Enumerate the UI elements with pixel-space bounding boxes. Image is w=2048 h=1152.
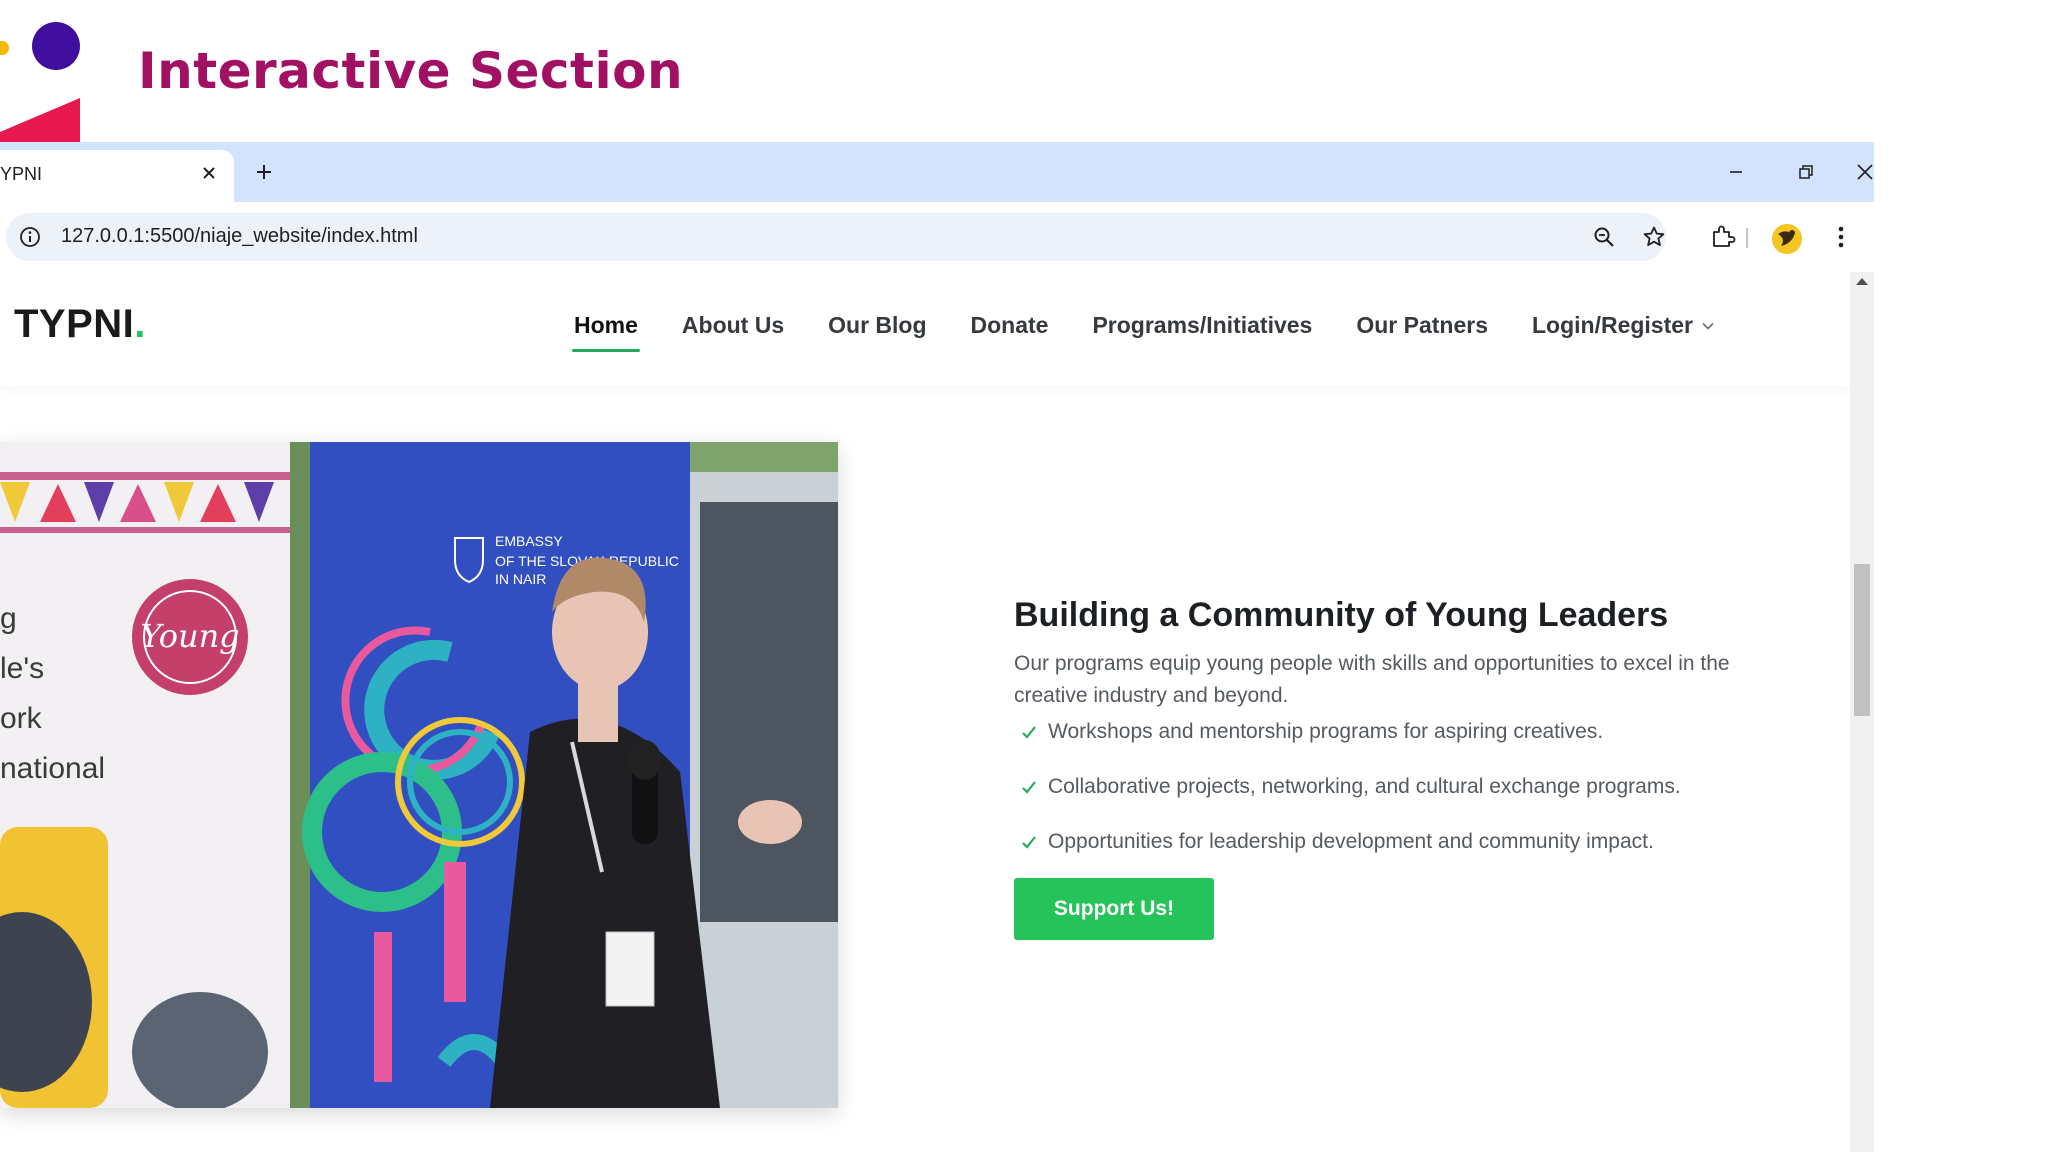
browser-window: YPNI 127.0.0.1:5500/niaje_website/index.…: [0, 142, 1874, 1152]
banner-line-3: IN NAIR: [495, 571, 546, 587]
minimize-icon[interactable]: [1716, 154, 1756, 190]
restore-icon[interactable]: [1786, 154, 1826, 190]
support-us-button[interactable]: Support Us!: [1014, 878, 1214, 940]
new-tab-plus-icon[interactable]: [248, 156, 280, 188]
site-info-icon[interactable]: [18, 225, 42, 249]
site-logo[interactable]: TYPNI.: [14, 302, 146, 347]
poster-word-4: national: [0, 752, 105, 785]
address-bar[interactable]: 127.0.0.1:5500/niaje_website/index.html: [6, 213, 1666, 261]
nav-donate[interactable]: Donate: [971, 312, 1049, 352]
extensions-icon[interactable]: [1708, 222, 1738, 252]
nav-home[interactable]: Home: [572, 312, 640, 352]
vertical-scrollbar[interactable]: [1850, 272, 1874, 1152]
tab-strip: YPNI: [0, 142, 1874, 202]
poster-word-2: le's: [0, 652, 44, 685]
list-item-text: Workshops and mentorship programs for as…: [1048, 719, 1604, 743]
section-heading: Building a Community of Young Leaders: [1014, 596, 1669, 634]
scroll-up-arrow-icon[interactable]: [1856, 278, 1868, 285]
poster-word-1: g: [0, 602, 17, 635]
list-item: Workshops and mentorship programs for as…: [1018, 704, 1681, 759]
list-item: Opportunities for leadership development…: [1018, 814, 1681, 869]
nav-login-register-label: Login/Register: [1531, 312, 1693, 338]
tab-title: YPNI: [0, 164, 43, 184]
site-header: TYPNI. Home About Us Our Blog Donate Pro…: [0, 272, 1850, 386]
decorative-shapes-icon: [0, 22, 80, 142]
list-item: Collaborative projects, networking, and …: [1018, 759, 1681, 814]
menu-kebab-icon[interactable]: [1826, 222, 1856, 252]
check-icon: [1018, 721, 1040, 743]
logo-dot: .: [134, 302, 146, 346]
nav-login-register[interactable]: Login/Register: [1532, 312, 1715, 352]
list-item-text: Opportunities for leadership development…: [1048, 829, 1654, 853]
right-margin: [1874, 142, 2048, 1152]
nav-about-us[interactable]: About Us: [682, 312, 784, 352]
close-window-icon[interactable]: [1856, 154, 1874, 190]
url-text[interactable]: 127.0.0.1:5500/niaje_website/index.html: [61, 225, 418, 248]
profile-avatar[interactable]: [1772, 224, 1802, 254]
bookmark-star-icon[interactable]: [1640, 223, 1668, 251]
slide-title: Interactive Section: [138, 42, 684, 100]
scroll-thumb[interactable]: [1854, 564, 1870, 716]
list-item-text: Collaborative projects, networking, and …: [1048, 774, 1681, 798]
nav-our-blog[interactable]: Our Blog: [828, 312, 926, 352]
nav-programs-initiatives[interactable]: Programs/Initiatives: [1092, 312, 1312, 352]
feature-checklist: Workshops and mentorship programs for as…: [1018, 704, 1681, 869]
slide-header: Interactive Section: [0, 0, 2048, 142]
poster-word-3: ork: [0, 702, 43, 735]
check-icon: [1018, 831, 1040, 853]
browser-tab[interactable]: YPNI: [0, 150, 234, 202]
check-icon: [1018, 776, 1040, 798]
hero-photo: g le's ork national Young EMBASSY OF THE…: [0, 442, 838, 1108]
main-nav: Home About Us Our Blog Donate Programs/I…: [572, 312, 1715, 352]
section-description: Our programs equip young people with ski…: [1014, 652, 1730, 707]
zoom-icon[interactable]: [1590, 223, 1618, 251]
banner-line-1: EMBASSY: [495, 533, 563, 549]
tab-close-icon[interactable]: [196, 160, 222, 186]
logo-text: TYPNI: [14, 302, 135, 346]
browser-toolbar: 127.0.0.1:5500/niaje_website/index.html: [0, 202, 1874, 273]
chevron-down-icon: [1702, 322, 1714, 330]
nav-our-patners[interactable]: Our Patners: [1356, 312, 1488, 352]
page-viewport[interactable]: TYPNI. Home About Us Our Blog Donate Pro…: [0, 272, 1874, 1152]
poster-badge-text: Young: [140, 617, 239, 655]
toolbar-divider: [1746, 228, 1748, 248]
